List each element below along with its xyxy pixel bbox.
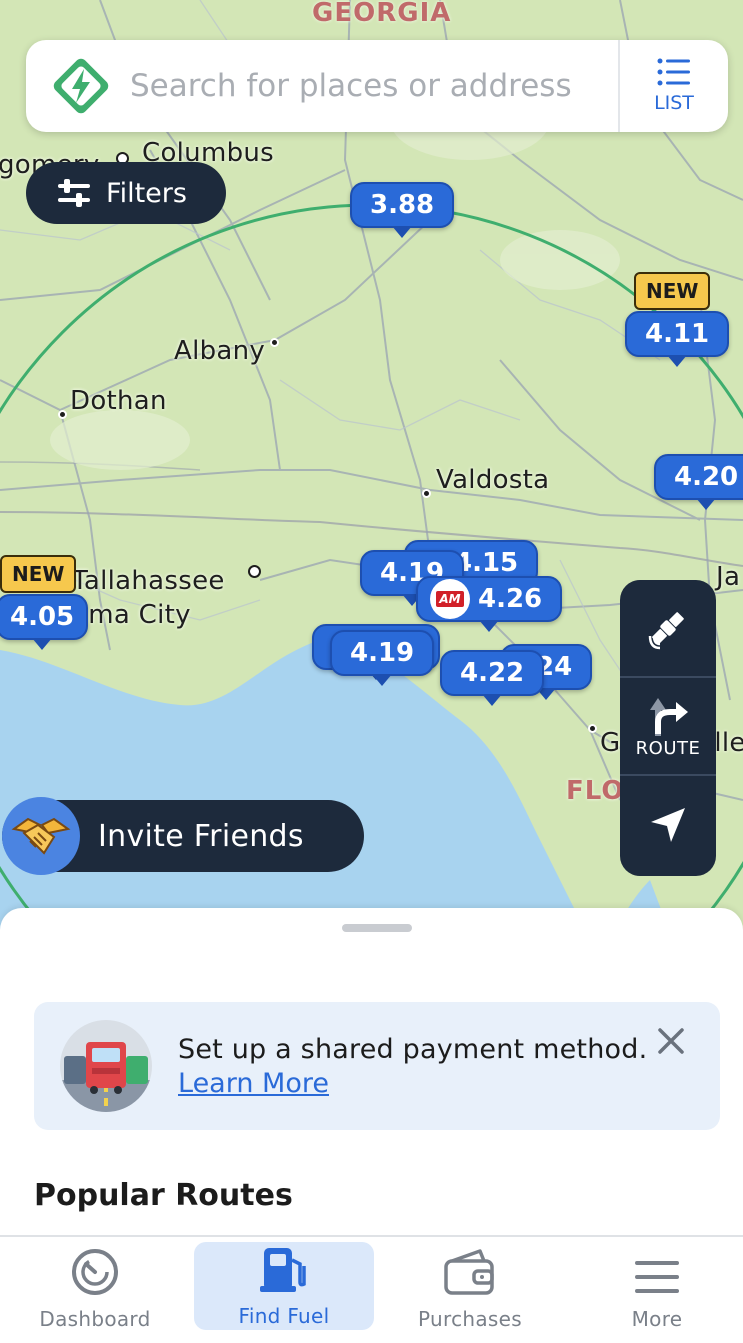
- app-logo-icon: [53, 58, 109, 114]
- price-label: 4.19: [350, 638, 415, 668]
- price-label: 4.05: [10, 602, 75, 632]
- current-location-button[interactable]: [620, 776, 716, 874]
- new-badge: NEW: [0, 555, 77, 593]
- route-icon: [650, 697, 688, 736]
- price-pin[interactable]: 4.20: [654, 454, 743, 500]
- city-marker-albany: [270, 338, 279, 347]
- city-marker-gainesville: [588, 724, 597, 733]
- map-tools: ROUTE: [620, 580, 716, 876]
- bottom-sheet[interactable]: Set up a shared payment method. Learn Mo…: [0, 908, 743, 1238]
- tab-purchases-label: Purchases: [418, 1307, 522, 1331]
- price-label: 4.26: [478, 584, 543, 614]
- location-arrow-icon: [651, 808, 685, 842]
- price-label: 4.22: [460, 658, 525, 688]
- filters-label: Filters: [106, 177, 187, 209]
- place-valdosta: Valdosta: [436, 465, 550, 495]
- map-view[interactable]: GEORGIA FLORIDA gomery Columbus Albany D…: [0, 0, 743, 960]
- place-albany: Albany: [174, 336, 266, 366]
- list-view-label: LIST: [654, 92, 694, 114]
- price-pin[interactable]: 4.11: [625, 311, 730, 357]
- tab-find-fuel-label: Find Fuel: [238, 1304, 330, 1328]
- city-marker-valdosta: [422, 489, 431, 498]
- filters-button[interactable]: Filters: [26, 162, 226, 224]
- price-pin-am[interactable]: AM 4.26: [416, 576, 563, 622]
- am-brand-logo: AM: [430, 579, 470, 619]
- list-view-button[interactable]: LIST: [620, 40, 728, 132]
- list-icon: [657, 58, 690, 86]
- sliders-icon: [58, 179, 90, 207]
- wallet-icon: [444, 1249, 494, 1295]
- price-label: 4.11: [645, 319, 710, 349]
- city-marker-tallahassee: [248, 565, 261, 578]
- popular-routes-heading: Popular Routes: [34, 1178, 293, 1213]
- invite-friends-button[interactable]: Invite Friends: [2, 797, 364, 875]
- handshake-icon: [2, 797, 80, 875]
- invite-friends-label: Invite Friends: [98, 818, 304, 854]
- price-pin[interactable]: 3.88: [350, 182, 455, 228]
- route-label: ROUTE: [635, 737, 701, 759]
- tab-purchases[interactable]: Purchases: [380, 1237, 560, 1333]
- search-input[interactable]: Search for places or address: [130, 68, 618, 104]
- place-jacksonville: Ja: [716, 562, 741, 592]
- satellite-toggle-button[interactable]: [620, 580, 716, 678]
- price-pin[interactable]: 4.05: [0, 594, 89, 640]
- price-label: 4.20: [674, 462, 739, 492]
- search-bar[interactable]: Search for places or address LIST: [26, 40, 728, 132]
- price-label: 3.88: [370, 190, 435, 220]
- payment-promo-card: Set up a shared payment method. Learn Mo…: [34, 1002, 720, 1130]
- place-dothan: Dothan: [70, 386, 167, 416]
- learn-more-link[interactable]: Learn More: [178, 1068, 329, 1099]
- tab-more-label: More: [631, 1307, 683, 1331]
- place-panama-city: ama City: [72, 600, 191, 630]
- satellite-icon: [648, 612, 684, 650]
- new-badge: NEW: [634, 272, 711, 310]
- tab-find-fuel[interactable]: Find Fuel: [194, 1242, 374, 1330]
- promo-message: Set up a shared payment method.: [178, 1034, 648, 1065]
- tab-dashboard[interactable]: Dashboard: [5, 1237, 185, 1333]
- tab-dashboard-label: Dashboard: [39, 1307, 151, 1331]
- fuel-pump-icon: [260, 1248, 306, 1292]
- menu-icon: [635, 1261, 679, 1293]
- place-tallahassee: Tallahassee: [72, 566, 225, 596]
- price-pin[interactable]: 4.19: [330, 630, 435, 676]
- tab-more[interactable]: More: [567, 1237, 743, 1333]
- tab-bar: Dashboard Find Fuel Purchases More: [0, 1235, 743, 1343]
- trucks-illustration-icon: [60, 1020, 152, 1112]
- city-marker-dothan: [58, 410, 67, 419]
- price-pin[interactable]: 4.22: [440, 650, 545, 696]
- close-icon[interactable]: [656, 1026, 686, 1056]
- route-button[interactable]: ROUTE: [620, 678, 716, 776]
- sheet-drag-handle[interactable]: [342, 924, 412, 932]
- state-label-georgia: GEORGIA: [312, 0, 452, 28]
- gauge-icon: [72, 1249, 118, 1295]
- am-brand-text: AM: [436, 591, 464, 607]
